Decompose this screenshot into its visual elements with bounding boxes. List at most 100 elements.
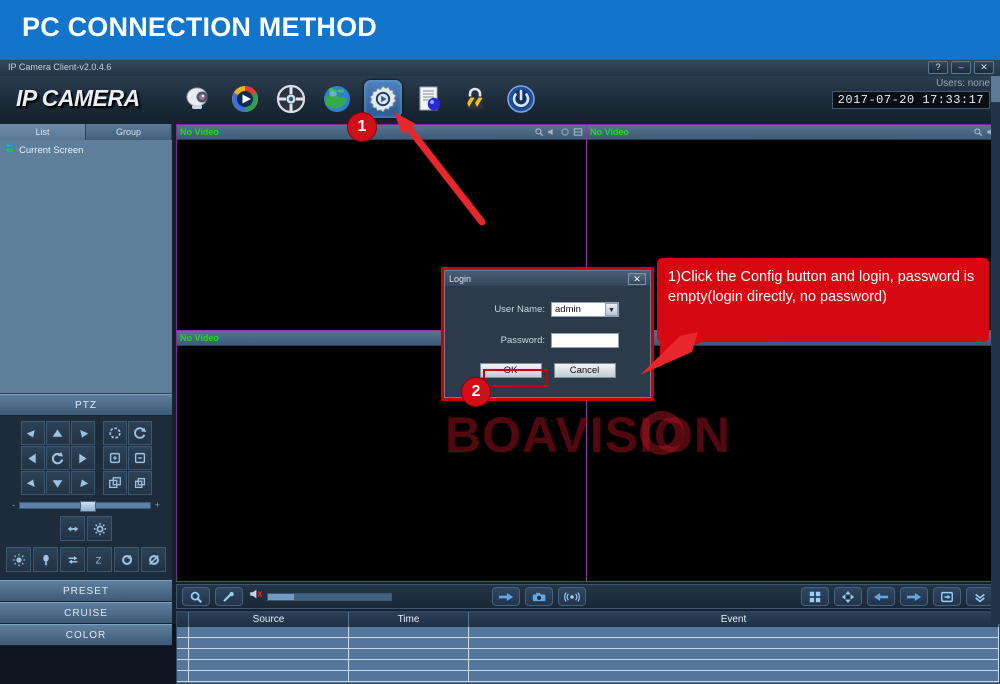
globe-icon[interactable] <box>318 80 356 118</box>
talk-arrow-icon[interactable] <box>492 587 520 606</box>
arrow-to-config-button <box>394 112 486 226</box>
speaker-mute-icon[interactable] <box>248 587 263 606</box>
rotate-icon[interactable] <box>114 547 139 572</box>
password-field[interactable] <box>551 333 619 348</box>
ptz-up-left-button[interactable] <box>20 421 45 445</box>
loop-icon[interactable] <box>933 587 961 606</box>
slider-minus-label: - <box>12 500 15 510</box>
table-row[interactable] <box>177 671 999 682</box>
camera-icon[interactable] <box>180 80 218 118</box>
iris-close-icon[interactable] <box>127 421 152 445</box>
tab-group[interactable]: Group <box>86 124 172 140</box>
ok-button[interactable]: OK <box>479 363 542 378</box>
event-col-time[interactable]: Time <box>349 612 469 627</box>
focus-far-icon[interactable] <box>127 446 152 470</box>
event-col-event[interactable]: Event <box>469 612 999 627</box>
cell-time <box>349 660 469 670</box>
session-info: Users: none 2017-07-20 17:33:17 <box>831 78 990 109</box>
chevron-down-icon[interactable]: ▼ <box>605 303 618 316</box>
video-pane-header: No Video <box>587 125 999 140</box>
app-logo: IP CAMERA <box>16 85 140 111</box>
ptz-settings-gear-icon[interactable] <box>87 516 112 541</box>
cancel-button[interactable]: Cancel <box>553 363 616 378</box>
wiper-icon[interactable] <box>33 547 58 572</box>
minimize-button[interactable]: – <box>951 61 971 74</box>
cell-event <box>469 649 999 659</box>
slider-thumb[interactable] <box>79 500 96 512</box>
iris-open-icon[interactable] <box>102 421 127 445</box>
ptz-panel-header[interactable]: PTZ <box>0 394 172 416</box>
chevron-down-icon[interactable] <box>966 587 994 606</box>
sidebar-item-preset[interactable]: PRESET <box>0 580 172 602</box>
grid-layout-icon[interactable] <box>801 587 829 606</box>
cell-time <box>349 627 469 637</box>
flip-icon[interactable] <box>60 547 85 572</box>
zoom-toggle-icon[interactable]: Z <box>87 547 112 572</box>
ptz-speed-slider[interactable] <box>19 500 151 512</box>
tree-item-label: Current Screen <box>19 144 84 156</box>
video-status-label: No Video <box>590 127 629 137</box>
close-icon[interactable]: ✕ <box>628 272 646 285</box>
watermark-ring <box>640 411 684 455</box>
username-value: admin <box>555 304 581 315</box>
table-row[interactable] <box>177 627 999 638</box>
next-icon[interactable] <box>900 587 928 606</box>
sidebar-item-cruise[interactable]: CRUISE <box>0 602 172 624</box>
cell-time <box>349 671 469 681</box>
tab-list[interactable]: List <box>0 124 86 140</box>
ptz-up-button[interactable] <box>45 421 70 445</box>
step-badge-2: 2 <box>462 378 490 406</box>
help-button[interactable]: ? <box>928 61 948 74</box>
ptz-extra-row-2: Z <box>0 547 172 572</box>
tree-item-current-screen[interactable]: Current Screen <box>4 143 168 157</box>
event-col-source[interactable]: Source <box>189 612 349 627</box>
ptz-auto-rotate-button[interactable] <box>45 446 70 470</box>
svg-text:Z: Z <box>95 555 101 566</box>
playback-icon[interactable] <box>226 80 264 118</box>
ptz-dpad <box>20 421 95 495</box>
login-dialog-buttons: OK Cancel <box>445 363 650 378</box>
ptz-left-button[interactable] <box>20 446 45 470</box>
window-scrollbar[interactable] <box>991 76 1000 624</box>
scrollbar-thumb[interactable] <box>991 76 1000 102</box>
ptz-up-right-button[interactable] <box>70 421 95 445</box>
snapshot-icon[interactable] <box>525 587 553 606</box>
app-header: IP CAMERA Users: none 2017-07-20 17:33:1… <box>0 76 1000 124</box>
ptz-down-left-button[interactable] <box>20 471 45 495</box>
password-row: Password: <box>445 333 650 348</box>
fullscreen-icon[interactable] <box>834 587 862 606</box>
microphone-icon[interactable] <box>215 587 243 606</box>
video-status-label: No Video <box>180 127 219 137</box>
zoom-in-icon[interactable] <box>102 471 127 495</box>
login-dialog-title: Login <box>449 273 472 284</box>
close-button[interactable]: ✕ <box>974 61 994 74</box>
ptz-down-button[interactable] <box>45 471 70 495</box>
sidebar-item-color[interactable]: COLOR <box>0 624 172 646</box>
instruction-callout: 1)Click the Config button and login, pas… <box>657 258 989 342</box>
search-icon[interactable] <box>182 587 210 606</box>
previous-icon[interactable] <box>867 587 895 606</box>
cell-event <box>469 627 999 637</box>
broadcast-icon[interactable] <box>558 587 586 606</box>
event-log-table: Source Time Event <box>176 611 1000 684</box>
auto-scan-icon[interactable] <box>60 516 85 541</box>
rotate-disabled-icon[interactable] <box>141 547 166 572</box>
cell-event <box>469 638 999 648</box>
ptz-wheel-icon[interactable] <box>272 80 310 118</box>
bottom-toolbar <box>176 584 1000 609</box>
volume-slider[interactable] <box>267 592 392 601</box>
stream-icon <box>573 128 583 136</box>
ptz-lens-controls <box>102 421 152 495</box>
window-title: IP Camera Client-v2.0.4.6 <box>8 62 112 72</box>
cell-time <box>349 638 469 648</box>
ptz-down-right-button[interactable] <box>70 471 95 495</box>
zoom-out-icon[interactable] <box>127 471 152 495</box>
focus-near-icon[interactable] <box>102 446 127 470</box>
table-row[interactable] <box>177 638 999 649</box>
light-icon[interactable] <box>6 547 31 572</box>
username-select[interactable]: admin ▼ <box>551 302 619 317</box>
table-row[interactable] <box>177 649 999 660</box>
table-row[interactable] <box>177 660 999 671</box>
ptz-right-button[interactable] <box>70 446 95 470</box>
power-icon[interactable] <box>502 80 540 118</box>
